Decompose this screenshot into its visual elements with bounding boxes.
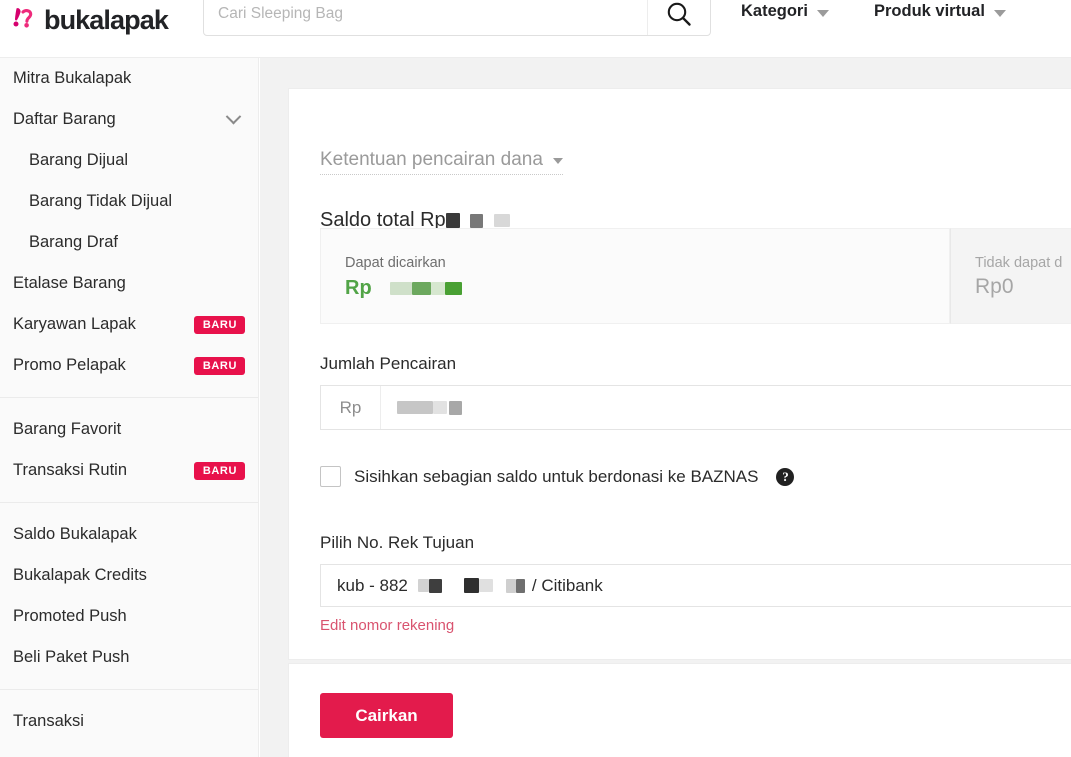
redacted-value (431, 282, 445, 295)
redacted-value (470, 214, 483, 228)
top-header: bukalapak Kategori Produk virtual (0, 0, 1071, 58)
sidebar-item-label: Promo Pelapak (13, 356, 194, 375)
account-select[interactable]: kub - 882 / Citibank (320, 564, 1071, 607)
amount-input-value[interactable] (381, 401, 1071, 415)
sidebar-item-label: Daftar Barang (13, 110, 228, 129)
chevron-down-icon (994, 10, 1006, 17)
donation-checkbox[interactable] (320, 466, 341, 487)
sidebar-item-label: Karyawan Lapak (13, 315, 194, 334)
sidebar-divider (0, 689, 258, 690)
redacted-value (516, 579, 525, 593)
donation-row: Sisihkan sebagian saldo untuk berdonasi … (320, 466, 794, 487)
bukalapak-logo-icon (10, 5, 40, 35)
sidebar-item-barang-dijual[interactable]: Barang Dijual (0, 140, 258, 181)
redacted-value (446, 213, 460, 228)
status-badge: BARU (194, 462, 245, 480)
blocked-balance-card: Tidak dapat d Rp0 (950, 228, 1071, 324)
caret-down-icon (553, 158, 563, 164)
help-circle-icon[interactable]: ? (776, 468, 794, 486)
redacted-value (412, 282, 431, 295)
sidebar-item-beli-paket-push[interactable]: Beli Paket Push (0, 637, 258, 678)
search-icon (664, 0, 694, 29)
sidebar-item-label: Bukalapak Credits (13, 566, 245, 585)
sidebar-item-label: Etalase Barang (13, 274, 245, 293)
brand-logo[interactable]: bukalapak (10, 0, 168, 40)
sidebar-divider (0, 397, 258, 398)
account-number-prefix: kub - 882 (337, 576, 408, 596)
redacted-value (449, 401, 462, 415)
sidebar: Mitra Bukalapak Daftar Barang Barang Dij… (0, 58, 259, 757)
withdrawable-balance-card: Dapat dicairkan Rp (320, 228, 950, 324)
brand-name: bukalapak (44, 5, 168, 35)
redacted-value (429, 579, 442, 593)
status-badge: BARU (194, 316, 245, 334)
withdrawable-balance-amount: Rp (345, 277, 925, 300)
sidebar-item-mitra-bukalapak[interactable]: Mitra Bukalapak (0, 58, 258, 99)
sidebar-item-label: Barang Tidak Dijual (29, 192, 245, 211)
sidebar-item-barang-tidak-dijual[interactable]: Barang Tidak Dijual (0, 181, 258, 222)
redacted-value (464, 578, 479, 593)
sidebar-item-label: Mitra Bukalapak (13, 69, 245, 88)
sidebar-item-karyawan-lapak[interactable]: Karyawan Lapak BARU (0, 304, 258, 345)
currency-prefix: Rp (345, 277, 372, 300)
chevron-down-icon (817, 10, 829, 17)
sidebar-item-label: Barang Dijual (29, 151, 245, 170)
edit-account-link[interactable]: Edit nomor rekening (320, 617, 454, 634)
redacted-value (506, 579, 516, 593)
search-bar[interactable] (203, 0, 711, 36)
sidebar-item-bukalapak-credits[interactable]: Bukalapak Credits (0, 555, 258, 596)
sidebar-item-label: Transaksi (13, 712, 245, 731)
sidebar-item-label: Transaksi Rutin (13, 461, 194, 480)
terms-disclosure-link[interactable]: Ketentuan pencairan dana (320, 149, 563, 175)
redacted-value (494, 214, 510, 227)
sidebar-item-transaksi[interactable]: Transaksi (0, 701, 258, 742)
amount-field-label: Jumlah Pencairan (320, 354, 456, 374)
sidebar-item-etalase-barang[interactable]: Etalase Barang (0, 263, 258, 304)
sidebar-item-label: Saldo Bukalapak (13, 525, 245, 544)
redacted-value (397, 401, 433, 414)
sidebar-divider (0, 502, 258, 503)
amount-input[interactable]: Rp (320, 385, 1071, 430)
status-badge: BARU (194, 357, 245, 375)
withdrawable-balance-label: Dapat dicairkan (345, 255, 925, 271)
nav-produk-virtual[interactable]: Produk virtual (874, 2, 1006, 21)
sidebar-item-label: Barang Draf (29, 233, 245, 252)
sidebar-item-barang-draf[interactable]: Barang Draf (0, 222, 258, 263)
redacted-value (479, 579, 493, 592)
account-field-label: Pilih No. Rek Tujuan (320, 533, 474, 553)
sidebar-item-promo-pelapak[interactable]: Promo Pelapak BARU (0, 345, 258, 386)
sidebar-item-label: Barang Favorit (13, 420, 245, 439)
submit-withdrawal-button[interactable]: Cairkan (320, 693, 453, 738)
nav-kategori-label: Kategori (741, 2, 808, 21)
sidebar-item-label: Promoted Push (13, 607, 245, 626)
terms-disclosure-label: Ketentuan pencairan dana (320, 149, 543, 171)
account-bank-name: / Citibank (532, 576, 603, 596)
sidebar-item-label: Beli Paket Push (13, 648, 245, 667)
search-input[interactable] (204, 0, 647, 35)
sidebar-item-barang-favorit[interactable]: Barang Favorit (0, 409, 258, 450)
redacted-value (418, 579, 429, 592)
blocked-balance-amount: Rp0 (975, 275, 1071, 299)
chevron-down-icon (226, 109, 242, 125)
sidebar-item-transaksi-rutin[interactable]: Transaksi Rutin BARU (0, 450, 258, 491)
nav-produk-virtual-label: Produk virtual (874, 2, 985, 21)
balance-summary: Dapat dicairkan Rp Tidak dapat d Rp0 (320, 228, 1071, 324)
sidebar-item-daftar-barang[interactable]: Daftar Barang (0, 99, 258, 140)
redacted-value (445, 282, 462, 295)
nav-kategori[interactable]: Kategori (741, 2, 829, 21)
blocked-balance-label: Tidak dapat d (975, 255, 1071, 271)
currency-prefix: Rp (321, 386, 381, 429)
sidebar-item-saldo-bukalapak[interactable]: Saldo Bukalapak (0, 514, 258, 555)
redacted-value (390, 282, 412, 295)
search-button[interactable] (648, 0, 710, 35)
donation-label: Sisihkan sebagian saldo untuk berdonasi … (354, 467, 758, 487)
redacted-value (433, 401, 447, 414)
sidebar-item-promoted-push[interactable]: Promoted Push (0, 596, 258, 637)
